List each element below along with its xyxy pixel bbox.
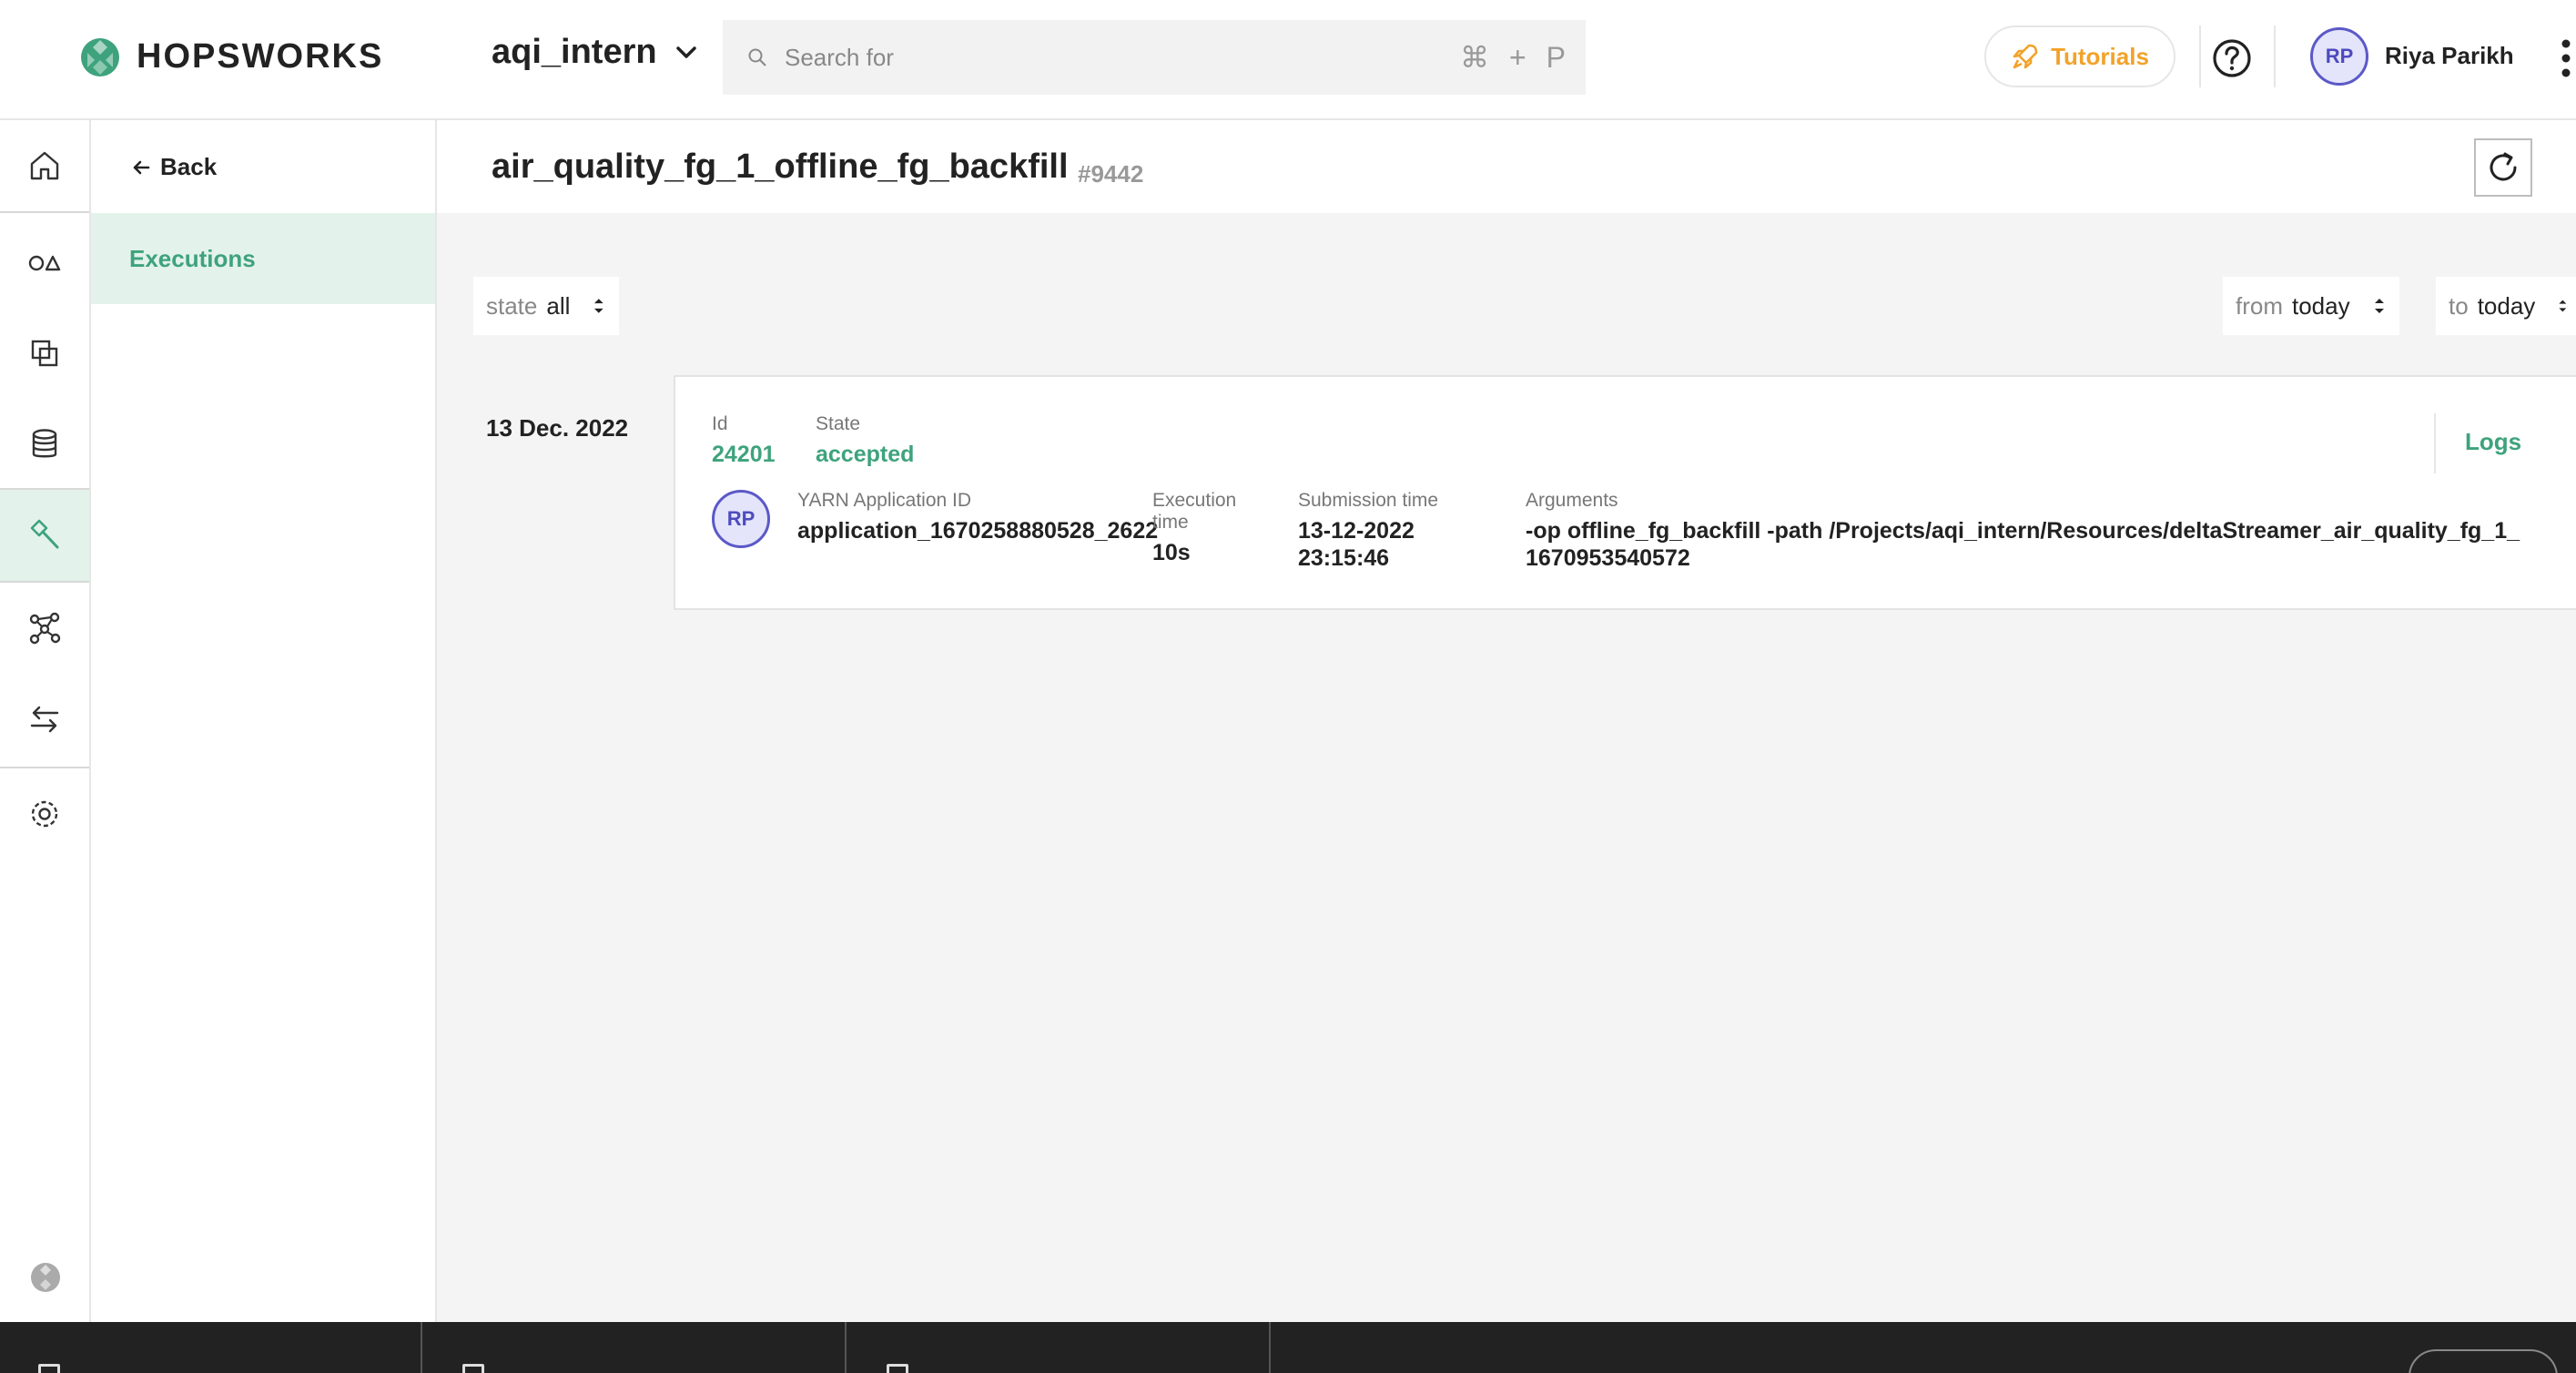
feature-views-icon — [31, 340, 58, 367]
subnav-item-executions[interactable]: Executions — [91, 213, 435, 304]
submission-time: 23:15:46 — [1298, 545, 1390, 571]
search-shortcut: ⌘ + P — [1460, 40, 1566, 75]
to-date-select[interactable]: to today — [2436, 277, 2576, 335]
user-avatar[interactable]: RP — [2310, 27, 2368, 86]
tutorials-label: Tutorials — [2051, 42, 2149, 70]
user-name[interactable]: Riya Parikh — [2385, 42, 2514, 70]
rail-storage[interactable] — [0, 399, 89, 490]
executor-avatar: RP — [712, 490, 770, 548]
logs-divider — [2434, 413, 2436, 473]
database-icon — [32, 429, 57, 458]
logo-text: HOPSWORKS — [137, 36, 384, 76]
bottom-tab[interactable] — [0, 1322, 422, 1373]
more-options-icon[interactable] — [2560, 36, 2572, 80]
rail-home[interactable] — [0, 120, 89, 211]
project-selector[interactable]: aqi_intern — [492, 33, 699, 72]
execution-date: 13 Dec. 2022 — [486, 414, 629, 442]
id-label: Id — [712, 413, 728, 434]
project-name: aqi_intern — [492, 33, 657, 71]
execution-id[interactable]: 24201 — [712, 441, 776, 468]
from-filter-value: today — [2292, 291, 2350, 320]
home-icon — [30, 151, 59, 180]
help-icon[interactable] — [2212, 38, 2252, 78]
logs-link[interactable]: Logs — [2465, 428, 2521, 456]
p-key: P — [1546, 40, 1566, 74]
rail-feature-store[interactable] — [0, 217, 89, 308]
sort-arrows-icon — [2559, 300, 2567, 312]
header-divider — [2274, 25, 2276, 87]
document-icon — [38, 1364, 60, 1373]
rail-divider — [0, 211, 89, 213]
rail-settings[interactable] — [0, 768, 89, 859]
job-id: #9442 — [1078, 160, 1144, 188]
bottom-bar — [0, 1322, 2576, 1373]
from-filter-label: from — [2236, 291, 2283, 320]
search-icon — [748, 48, 766, 66]
execution-state: accepted — [816, 442, 915, 467]
secondary-sidebar: Back Executions — [91, 120, 437, 1322]
graph-icon — [29, 612, 61, 645]
rail-jobs[interactable] — [0, 490, 89, 581]
hopsworks-mini-logo-icon — [31, 1263, 60, 1292]
settings-icon — [31, 800, 58, 828]
command-key: ⌘ — [1459, 41, 1489, 74]
feature-store-icon — [28, 255, 61, 271]
header-divider — [2199, 25, 2201, 87]
page-header: air_quality_fg_1_offline_fg_backfill #94… — [437, 120, 2576, 213]
state-filter-value: all — [546, 291, 571, 320]
state-label: State — [816, 413, 861, 434]
tutorials-button[interactable]: Tutorials — [1984, 25, 2175, 87]
page-title: air_quality_fg_1_offline_fg_backfill — [492, 147, 1069, 186]
hopsworks-logo-icon — [81, 38, 119, 76]
bottom-tab[interactable] — [848, 1322, 1271, 1373]
jobs-icon — [30, 519, 59, 549]
document-icon — [887, 1364, 908, 1373]
refresh-button[interactable] — [2474, 138, 2532, 197]
bottom-bar-button[interactable] — [2409, 1349, 2558, 1373]
search-input[interactable] — [785, 43, 1422, 72]
from-date-select[interactable]: from today — [2223, 277, 2399, 335]
plus-key: + — [1508, 40, 1526, 74]
refresh-icon — [2490, 152, 2517, 181]
execution-time: 10s — [1152, 540, 1191, 565]
arguments-line: -op offline_fg_backfill -path /Projects/… — [1526, 518, 2520, 544]
document-icon — [462, 1364, 484, 1373]
submission-time-label: Submission time — [1298, 490, 1439, 511]
sort-arrows-icon — [594, 299, 604, 313]
yarn-application-id: application_1670258880528_2622 — [797, 518, 1159, 544]
chevron-down-icon — [675, 46, 696, 58]
state-filter-select[interactable]: state all — [473, 277, 619, 335]
execution-card: Id 24201 State accepted RP YARN Applicat… — [674, 375, 2576, 610]
rail-feature-views[interactable] — [0, 308, 89, 399]
bottom-tab[interactable] — [424, 1322, 847, 1373]
execution-time-label: Execution time — [1152, 490, 1237, 533]
back-button[interactable]: Back — [131, 153, 217, 181]
state-filter-label: state — [486, 291, 538, 320]
arguments-label: Arguments — [1526, 490, 1618, 511]
yarn-id-label: YARN Application ID — [797, 490, 972, 511]
sort-arrows-icon — [2374, 299, 2384, 313]
search-bar[interactable]: ⌘ + P — [723, 20, 1586, 95]
arguments-line: 1670953540572 — [1526, 545, 1690, 571]
submission-date: 13-12-2022 — [1298, 518, 1415, 544]
to-filter-label: to — [2449, 291, 2469, 320]
hopsworks-logo[interactable]: HOPSWORKS — [76, 33, 383, 80]
back-label: Back — [160, 153, 218, 180]
rocket-icon — [2013, 44, 2038, 69]
top-bar: HOPSWORKS aqi_intern ⌘ + P Tutorials — [0, 0, 2576, 120]
transfer-icon — [30, 706, 59, 733]
rail-graph[interactable] — [0, 583, 89, 674]
to-filter-value: today — [2477, 291, 2536, 320]
arrow-left-icon — [133, 160, 150, 174]
icon-rail — [0, 120, 91, 1322]
rail-transfer[interactable] — [0, 674, 89, 765]
